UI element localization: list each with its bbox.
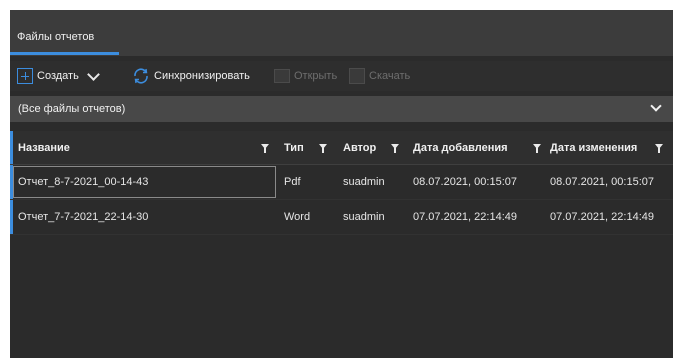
column-header-date-added[interactable]: Дата добавления [413,131,548,164]
sync-icon [134,68,148,84]
download-label: Скачать [369,70,411,82]
open-button[interactable]: Открыть [274,67,337,85]
cell-date-added[interactable]: 08.07.2021, 00:15:07 [413,165,548,199]
filter-icon[interactable] [391,144,399,153]
table-header-row: Название Тип Автор Дата добавления Дата … [10,131,673,165]
save-icon [349,68,365,84]
filter-icon[interactable] [655,144,663,153]
open-label: Открыть [294,70,338,82]
cell-date-modified[interactable]: 07.07.2021, 22:14:49 [550,200,673,234]
filter-icon[interactable] [533,144,541,153]
tab-bar: Файлы отчетов [10,10,673,56]
active-tab-indicator [10,52,119,55]
table-row[interactable]: Отчет_7-7-2021_22-14-30 Word suadmin 07.… [10,200,673,235]
create-button[interactable]: Создать [17,67,100,85]
toolbar: Создать Синхронизировать Открыть Скачать [10,61,673,91]
open-icon [274,69,290,83]
filter-selected-value: (Все файлы отчетов) [18,103,126,115]
plus-icon [17,68,33,84]
column-header-name[interactable]: Название [18,131,273,164]
table-row[interactable]: Отчет_8-7-2021_00-14-43 Pdf suadmin 08.0… [10,165,673,200]
cell-type[interactable]: Word [284,200,334,234]
report-files-panel: Файлы отчетов Создать Синхронизировать О… [10,10,673,358]
sync-button[interactable]: Синхронизировать [132,67,250,85]
report-filter-dropdown[interactable]: (Все файлы отчетов) [10,96,673,122]
tab-report-files[interactable]: Файлы отчетов [17,31,94,53]
cell-name[interactable]: Отчет_7-7-2021_22-14-30 [18,200,273,234]
filter-icon[interactable] [261,144,269,153]
cell-author[interactable]: suadmin [343,200,405,234]
cell-author[interactable]: suadmin [343,165,405,199]
cell-date-modified[interactable]: 08.07.2021, 00:15:07 [550,165,673,199]
download-button[interactable]: Скачать [349,67,410,85]
filter-icon[interactable] [319,144,327,153]
row-accent [10,131,13,164]
sync-label: Синхронизировать [154,70,250,82]
row-accent [10,200,13,234]
cell-date-added[interactable]: 07.07.2021, 22:14:49 [413,200,548,234]
create-label: Создать [37,70,79,82]
chevron-down-icon[interactable] [86,67,100,81]
chevron-down-icon[interactable] [650,100,662,112]
row-accent [10,165,13,199]
cell-name[interactable]: Отчет_8-7-2021_00-14-43 [18,165,273,199]
cell-type[interactable]: Pdf [284,165,334,199]
report-files-table: Название Тип Автор Дата добавления Дата … [10,131,673,235]
